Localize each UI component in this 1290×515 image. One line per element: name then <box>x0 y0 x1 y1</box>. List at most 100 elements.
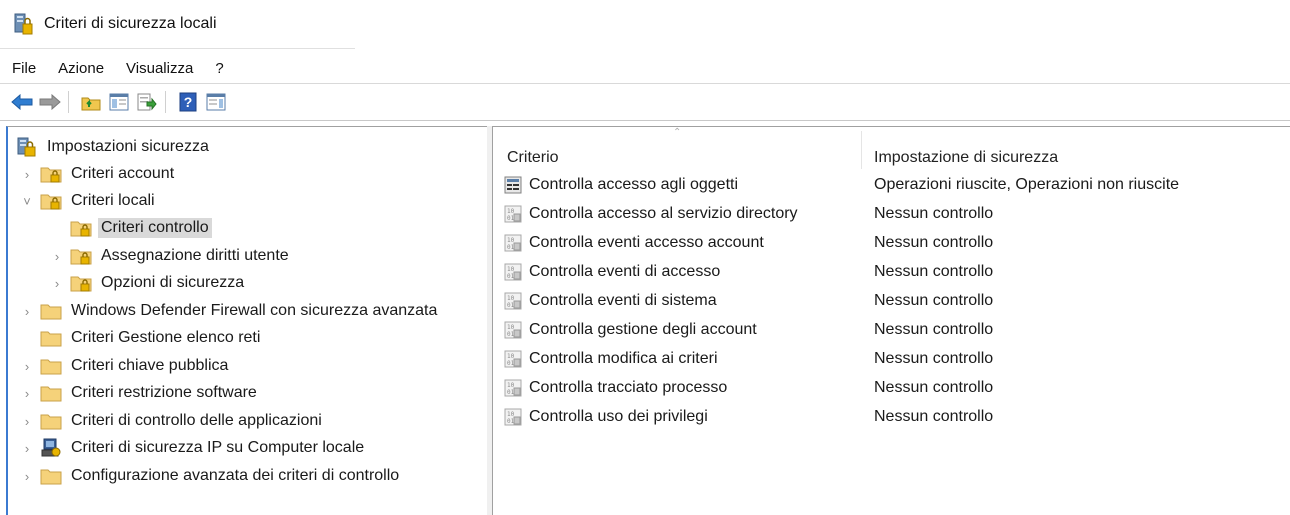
policy-name: Controlla accesso al servizio directory <box>529 205 798 222</box>
title-bar: Criteri di sicurezza locali <box>0 0 355 49</box>
list-item[interactable]: Controlla accesso agli oggetti Operazion… <box>493 171 1290 199</box>
tree-item-application-control[interactable]: › Criteri di controllo delle applicazion… <box>20 408 325 434</box>
tree-item-network-list-manager[interactable]: Criteri Gestione elenco reti <box>20 325 263 351</box>
chevron-right-icon[interactable]: › <box>20 359 34 374</box>
policy-icon: 10 01 <box>503 204 523 224</box>
tree-item-label: Configurazione avanzata dei criteri di c… <box>71 467 400 484</box>
ip-security-icon <box>40 438 62 458</box>
policy-name: Controlla eventi di sistema <box>529 292 717 309</box>
policy-icon: 10 01 <box>503 262 523 282</box>
list-item[interactable]: 10 01 Controlla tracciato processo Nessun… <box>493 374 1290 402</box>
policy-setting: Operazioni riuscite, Operazioni non rius… <box>874 176 1180 193</box>
tree-item-security-settings[interactable]: Impostazioni sicurezza <box>16 134 212 160</box>
column-header-security-setting[interactable]: Impostazione di sicurezza <box>874 127 1274 171</box>
policy-name: Controlla accesso agli oggetti <box>529 176 739 193</box>
policy-name-cell: 10 01 Controlla uso dei privilegi <box>503 407 708 427</box>
tree-item-label: Windows Defender Firewall con sicurezza … <box>71 302 438 319</box>
chevron-right-icon[interactable]: › <box>20 469 34 484</box>
list-item[interactable]: 10 01 Controlla accesso al servizio direc… <box>493 200 1290 228</box>
policy-name: Controlla modifica ai criteri <box>529 350 718 367</box>
policy-setting: Nessun controllo <box>874 321 994 338</box>
policy-icon: 10 01 <box>503 233 523 253</box>
properties-pane-icon[interactable] <box>204 90 228 114</box>
list-item[interactable]: 10 01 Controlla eventi di sistema Nessun … <box>493 287 1290 315</box>
tree-item-public-key[interactable]: › Criteri chiave pubblica <box>20 353 231 379</box>
tree-item-label: Criteri Gestione elenco reti <box>71 329 261 346</box>
tree-item-security-options[interactable]: › Opzioni di sicurezza <box>50 270 247 296</box>
tree-item-label: Criteri locali <box>71 192 155 209</box>
export-list-icon[interactable] <box>135 90 159 114</box>
column-header-label: Impostazione di sicurezza <box>874 149 1059 166</box>
policy-setting: Nessun controllo <box>874 234 994 251</box>
chevron-right-icon[interactable]: › <box>20 304 34 319</box>
column-header-label: Criterio <box>507 149 559 166</box>
svg-text:01: 01 <box>507 215 515 222</box>
policy-name: Controlla eventi accesso account <box>529 234 764 251</box>
policy-name: Controlla gestione degli account <box>529 321 757 338</box>
tree-item-advanced-audit[interactable]: › Configurazione avanzata dei criteri di… <box>20 463 402 489</box>
chevron-down-icon[interactable]: ˅ <box>20 194 34 209</box>
chevron-right-icon[interactable]: › <box>20 167 34 182</box>
menu-help[interactable]: ? <box>204 58 234 79</box>
tree-item-label: Criteri di controllo delle applicazioni <box>71 412 322 429</box>
list-item[interactable]: 10 01 Controlla uso dei privilegi Nessun … <box>493 403 1290 431</box>
chevron-right-icon[interactable]: › <box>20 441 34 456</box>
column-divider[interactable] <box>861 131 862 169</box>
menu-view[interactable]: Visualizza <box>115 58 204 79</box>
tree-item-account-policies[interactable]: › Criteri account <box>20 161 177 187</box>
up-folder-icon[interactable] <box>79 90 103 114</box>
list-item[interactable]: 10 01 Controlla gestione degli account Ne… <box>493 316 1290 344</box>
column-header-policy[interactable]: Criterio <box>507 127 857 171</box>
chevron-right-icon[interactable]: › <box>50 276 64 291</box>
policy-icon: 10 01 <box>503 349 523 369</box>
lock-folder-icon <box>70 218 92 238</box>
svg-text:01: 01 <box>507 244 515 251</box>
svg-text:10: 10 <box>507 295 515 302</box>
policy-name-cell: 10 01 Controlla tracciato processo <box>503 378 727 398</box>
svg-text:10: 10 <box>507 353 515 360</box>
tree-item-label: Impostazioni sicurezza <box>47 138 209 155</box>
policy-list[interactable]: ⌃ Criterio Impostazione di sicurezza Con… <box>493 126 1290 515</box>
policy-name: Controlla tracciato processo <box>529 379 728 396</box>
chevron-right-icon[interactable]: › <box>20 414 34 429</box>
tree-item-label: Opzioni di sicurezza <box>101 274 245 291</box>
policy-name-cell: 10 01 Controlla eventi accesso account <box>503 233 764 253</box>
menu-bar: File Azione Visualizza ? <box>0 53 1290 84</box>
policy-setting: Nessun controllo <box>874 205 994 222</box>
svg-text:10: 10 <box>507 208 515 215</box>
tree-item-windows-defender-firewall[interactable]: › Windows Defender Firewall con sicurezz… <box>20 298 440 324</box>
tree-item-software-restriction[interactable]: › Criteri restrizione software <box>20 380 260 406</box>
tree-item-label: Criteri account <box>71 165 175 182</box>
tree-item-label: Criteri controllo <box>98 218 212 238</box>
lock-folder-icon <box>70 273 92 293</box>
back-arrow-icon[interactable] <box>10 90 34 114</box>
policy-icon: 10 01 <box>503 320 523 340</box>
tree-item-ip-security[interactable]: › Criteri di sicurezza IP su Computer lo… <box>20 435 367 461</box>
show-hide-tree-icon[interactable] <box>107 90 131 114</box>
svg-text:01: 01 <box>507 331 515 338</box>
chevron-right-icon[interactable]: › <box>20 386 34 401</box>
tree-item-label: Assegnazione diritti utente <box>101 247 289 264</box>
forward-arrow-icon[interactable] <box>38 90 62 114</box>
tree-item-user-rights[interactable]: › Assegnazione diritti utente <box>50 243 292 269</box>
chevron-right-icon[interactable]: › <box>50 249 64 264</box>
lock-folder-icon <box>40 164 62 184</box>
svg-text:10: 10 <box>507 266 515 273</box>
policy-name-cell: 10 01 Controlla eventi di accesso <box>503 262 720 282</box>
tree-item-audit-policy[interactable]: Criteri controllo <box>50 215 212 241</box>
list-item[interactable]: 10 01 Controlla eventi accesso account Ne… <box>493 229 1290 257</box>
tree-item-local-policies[interactable]: ˅ Criteri locali <box>20 188 158 214</box>
svg-text:?: ? <box>184 94 193 110</box>
toolbar: ? <box>0 84 1290 121</box>
list-item[interactable]: 10 01 Controlla modifica ai criteri Nessu… <box>493 345 1290 373</box>
svg-text:10: 10 <box>507 324 515 331</box>
list-item[interactable]: 10 01 Controlla eventi di accesso Nessun … <box>493 258 1290 286</box>
console-tree[interactable]: Impostazioni sicurezza › Criteri account… <box>6 126 489 515</box>
policy-icon: 10 01 <box>503 378 523 398</box>
tree-item-label: Criteri di sicurezza IP su Computer loca… <box>71 439 365 456</box>
help-icon[interactable]: ? <box>176 90 200 114</box>
menu-file[interactable]: File <box>0 58 47 79</box>
policy-setting: Nessun controllo <box>874 263 994 280</box>
lock-folder-icon <box>70 246 92 266</box>
menu-action[interactable]: Azione <box>47 58 115 79</box>
